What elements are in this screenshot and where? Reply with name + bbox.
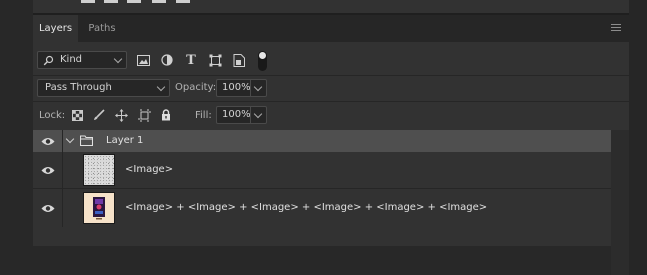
adjustment-circle-icon [161,54,173,66]
filter-type-icon[interactable]: T [183,52,199,68]
image-icon [136,54,150,66]
panel-tab-bar: Layers Paths [33,15,629,42]
panel-menu-icon[interactable] [611,24,621,32]
eye-icon [41,204,54,212]
filter-kind-dropdown[interactable]: Kind [37,51,127,69]
folder-icon [80,135,93,146]
expand-group-toggle[interactable] [65,134,75,144]
eye-icon [41,166,54,174]
brush-icon [94,109,105,120]
fill-value: 100% [222,109,251,120]
layer-row[interactable]: <Image> + <Image> + <Image> + <Image> + … [33,189,611,227]
top-button-1[interactable] [81,0,95,3]
filter-kind-label: Kind [60,54,83,65]
blend-mode-dropdown[interactable]: Pass Through [37,79,170,97]
smart-object-icon [233,53,245,67]
padlock-icon [162,109,170,121]
blend-mode-value: Pass Through [45,82,112,93]
chevron-down-icon[interactable] [253,109,263,119]
filter-adjustment-icon[interactable] [159,52,175,68]
separator [33,101,629,102]
filter-pixel-icon[interactable] [135,52,151,68]
lock-artboard-icon[interactable] [137,108,151,122]
filter-toggle[interactable] [258,51,267,71]
top-button-2[interactable] [104,0,118,3]
field-divider [250,80,251,96]
search-icon [43,55,54,66]
photoshop-layers-window: Layers Paths Kind T Pass Through Opacity… [0,0,647,275]
artboard-icon [137,108,151,122]
filter-shape-icon[interactable] [207,52,223,68]
layers-list: Layer 1 <Image> <Image> + <Image> + <Ima… [33,130,611,246]
layer-thumbnail[interactable] [83,154,115,186]
fill-label: Fill: [195,110,212,121]
filter-smart-object-icon[interactable] [231,52,247,68]
visibility-toggle[interactable] [33,152,63,188]
opacity-field[interactable]: 100% [216,79,267,97]
visibility-toggle[interactable] [33,130,63,152]
layer-row[interactable]: <Image> [33,152,611,188]
top-panel-remnant [33,0,629,13]
layer-name[interactable]: Layer 1 [106,134,143,148]
layers-list-empty-area [33,246,611,275]
chevron-down-icon[interactable] [253,82,263,92]
top-button-5[interactable] [176,0,190,3]
chevron-down-icon [113,54,123,64]
tab-paths[interactable]: Paths [78,15,126,42]
top-button-4[interactable] [152,0,166,3]
opacity-value: 100% [222,82,251,93]
lock-image-pixels-icon[interactable] [92,108,106,122]
tab-layers[interactable]: Layers [33,15,78,42]
visibility-toggle[interactable] [33,189,63,227]
layer-thumbnail[interactable] [83,192,115,224]
layer-name[interactable]: <Image> + <Image> + <Image> + <Image> + … [125,201,487,215]
separator [33,75,629,76]
layer-group-row[interactable]: Layer 1 [33,130,611,152]
lock-position-icon[interactable] [114,108,128,122]
eye-icon [41,137,54,145]
layer-name[interactable]: <Image> [125,163,173,177]
lock-transparent-pixels-icon[interactable] [70,108,84,122]
move-icon [114,108,128,122]
layers-scrollbar[interactable] [611,130,629,275]
lock-all-icon[interactable] [159,108,173,122]
top-button-3[interactable] [127,0,141,3]
checkerboard-icon [71,109,83,121]
window-edge [629,0,647,275]
chevron-down-icon [156,82,166,92]
poster-thumbnail-icon [93,197,105,220]
shape-icon [209,54,221,66]
opacity-label: Opacity: [175,82,217,93]
field-divider [250,107,251,123]
chevron-down-icon [65,134,75,143]
toggle-knob [259,52,266,59]
fill-field[interactable]: 100% [216,106,267,124]
layers-panel: Layers Paths Kind T Pass Through Opacity… [33,15,629,275]
lock-label: Lock: [39,110,66,121]
